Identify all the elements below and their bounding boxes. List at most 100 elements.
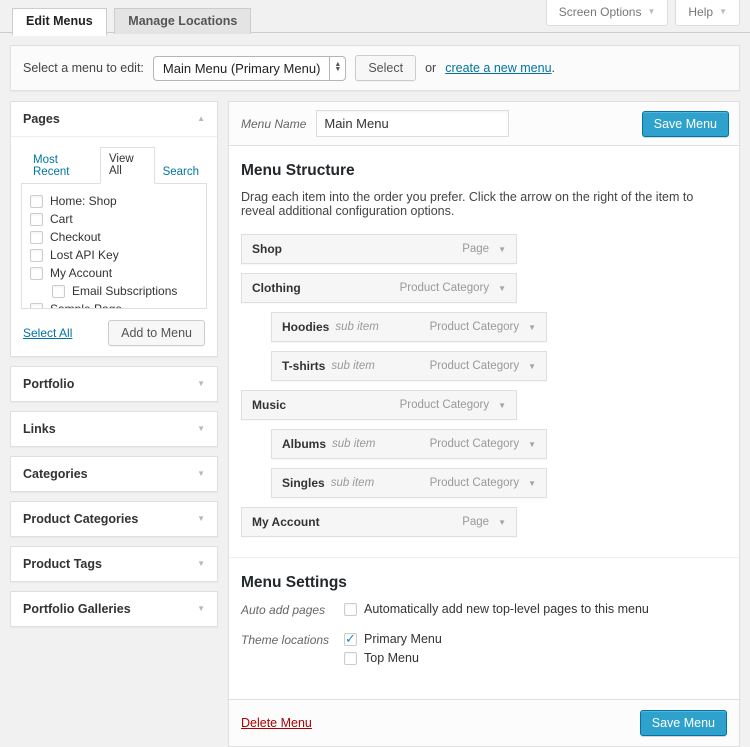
pages-panel: Pages ▲ Most Recent View All Search Home… (10, 101, 218, 357)
accordion-header[interactable]: Categories ▼ (11, 457, 217, 491)
menu-item-type: Page (462, 516, 490, 528)
chevron-down-icon[interactable]: ▼ (498, 401, 506, 410)
tab-search[interactable]: Search (155, 161, 207, 184)
menu-item-albums[interactable]: Albums sub item Product Category ▼ (271, 429, 547, 459)
page-label: Checkout (50, 230, 101, 244)
tab-view-all[interactable]: View All (99, 147, 155, 184)
menu-item-hoodies[interactable]: Hoodies sub item Product Category ▼ (271, 312, 547, 342)
accordion-header[interactable]: Links ▼ (11, 412, 217, 446)
settings-divider (229, 557, 739, 558)
menu-name-label: Menu Name (241, 116, 307, 131)
auto-add-pages-label: Auto add pages (241, 603, 326, 617)
help-button[interactable]: Help ▼ (675, 0, 740, 26)
menu-item-shop[interactable]: Shop Page ▼ (241, 234, 517, 264)
delete-menu-link[interactable]: Delete Menu (241, 716, 312, 730)
pages-tabs: Most Recent View All Search (21, 147, 207, 184)
menu-item-type: Product Category (429, 321, 520, 333)
menu-item-tshirts[interactable]: T-shirts sub item Product Category ▼ (271, 351, 547, 381)
accordion-product-categories: Product Categories ▼ (10, 501, 218, 537)
top-tab-bar: Edit Menus Manage Locations Screen Optio… (0, 0, 750, 36)
select-menu-button[interactable]: Select (355, 55, 417, 81)
accordion-label: Product Tags (23, 557, 102, 571)
chevron-down-icon[interactable]: ▼ (528, 479, 536, 488)
screen-meta-links: Screen Options ▼ Help ▼ (545, 0, 740, 26)
menu-item-singles[interactable]: Singles sub item Product Category ▼ (271, 468, 547, 498)
accordion-header[interactable]: Portfolio ▼ (11, 367, 217, 401)
chevron-down-icon[interactable]: ▼ (498, 245, 506, 254)
accordion-links: Links ▼ (10, 411, 218, 447)
auto-add-option: Automatically add new top-level pages to… (344, 602, 649, 621)
save-menu-button-bottom[interactable]: Save Menu (639, 710, 727, 736)
pages-list-item: Cart (22, 210, 206, 228)
help-label: Help (688, 5, 714, 19)
sub-item-flag: sub item (330, 477, 375, 489)
primary-menu-checkbox[interactable] (344, 631, 357, 647)
location-option: Primary Menu (344, 631, 442, 651)
theme-locations-label: Theme locations (241, 633, 330, 647)
page-checkbox[interactable] (30, 194, 43, 208)
chevron-down-icon[interactable]: ▼ (528, 362, 536, 371)
menu-name-input[interactable] (316, 110, 510, 137)
page-checkbox[interactable] (30, 248, 43, 262)
menu-item-type: Product Category (429, 438, 520, 450)
accordion-header[interactable]: Portfolio Galleries ▼ (11, 592, 217, 626)
menu-item-title: Clothing (252, 281, 301, 295)
theme-locations-row: Theme locations Primary Menu Top Menu (241, 631, 727, 670)
create-new-menu-link[interactable]: create a new menu (445, 61, 551, 75)
page-checkbox[interactable] (30, 266, 43, 280)
tab-manage-locations[interactable]: Manage Locations (114, 8, 252, 34)
pages-list-item: Sample Page (22, 300, 206, 309)
chevron-down-icon[interactable]: ▼ (528, 323, 536, 332)
menu-settings-title: Menu Settings (241, 574, 347, 591)
page-checkbox[interactable] (52, 284, 65, 298)
page-checkbox[interactable] (30, 212, 43, 226)
pages-list-item: Lost API Key (22, 246, 206, 264)
pages-actions: Select All Add to Menu (21, 320, 207, 346)
location-label: Top Menu (364, 651, 419, 665)
chevron-down-icon[interactable]: ▼ (498, 518, 506, 527)
page-checkbox[interactable] (30, 302, 43, 308)
menu-item-type: Product Category (429, 477, 520, 489)
accordion-header[interactable]: Product Tags ▼ (11, 547, 217, 581)
menu-select-dropdown[interactable]: Main Menu (Primary Menu) ▲ ▼ (152, 55, 347, 81)
location-label: Primary Menu (364, 632, 442, 646)
chevron-up-icon: ▲ (197, 114, 205, 123)
pages-checklist[interactable]: Home: Shop Cart Checkout Lost API Key My… (21, 183, 207, 309)
menu-editor-body: Menu Structure Drag each item into the o… (229, 146, 739, 685)
chevron-down-icon: ▼ (197, 469, 205, 478)
screen-options-label: Screen Options (558, 5, 642, 19)
top-menu-checkbox[interactable] (344, 651, 357, 665)
pages-panel-title: Pages (23, 112, 60, 126)
pages-list-item: My Account (22, 264, 206, 282)
menu-item-title: T-shirts (282, 359, 326, 373)
pages-list-item: Checkout (22, 228, 206, 246)
save-menu-button-top[interactable]: Save Menu (641, 110, 729, 137)
tab-most-recent[interactable]: Most Recent (25, 149, 100, 184)
chevron-down-icon[interactable]: ▼ (498, 284, 506, 293)
menu-item-type: Product Category (399, 399, 490, 411)
menu-item-music[interactable]: Music Product Category ▼ (241, 390, 517, 420)
page-checkbox[interactable] (30, 230, 43, 244)
sub-item-flag: sub item (335, 321, 379, 333)
select-all-link[interactable]: Select All (23, 326, 72, 340)
chevron-down-icon: ▼ (197, 424, 205, 433)
chevron-down-icon: ▼ (197, 559, 205, 568)
sub-item-flag: sub item (331, 360, 375, 372)
auto-add-checkbox[interactable] (344, 602, 357, 616)
auto-add-pages-row: Auto add pages Automatically add new top… (241, 602, 727, 621)
chevron-down-icon: ▼ (647, 7, 656, 16)
accordion-header[interactable]: Product Categories ▼ (11, 502, 217, 536)
menu-item-my-account[interactable]: My Account Page ▼ (241, 507, 517, 537)
accordion-product-tags: Product Tags ▼ (10, 546, 218, 582)
pages-list-item: Email Subscriptions (22, 282, 206, 300)
screen-options-button[interactable]: Screen Options ▼ (545, 0, 669, 26)
menu-editor-panel: Menu Name Save Menu Menu Structure Drag … (228, 101, 740, 747)
tab-edit-menus[interactable]: Edit Menus (12, 8, 107, 36)
page-label: Sample Page (50, 302, 123, 309)
add-to-menu-button[interactable]: Add to Menu (108, 320, 205, 346)
pages-panel-body: Most Recent View All Search Home: Shop C… (11, 137, 217, 356)
menu-item-clothing[interactable]: Clothing Product Category ▼ (241, 273, 517, 303)
pages-panel-header[interactable]: Pages ▲ (11, 102, 217, 137)
chevron-down-icon: ▼ (197, 604, 205, 613)
chevron-down-icon[interactable]: ▼ (528, 440, 536, 449)
